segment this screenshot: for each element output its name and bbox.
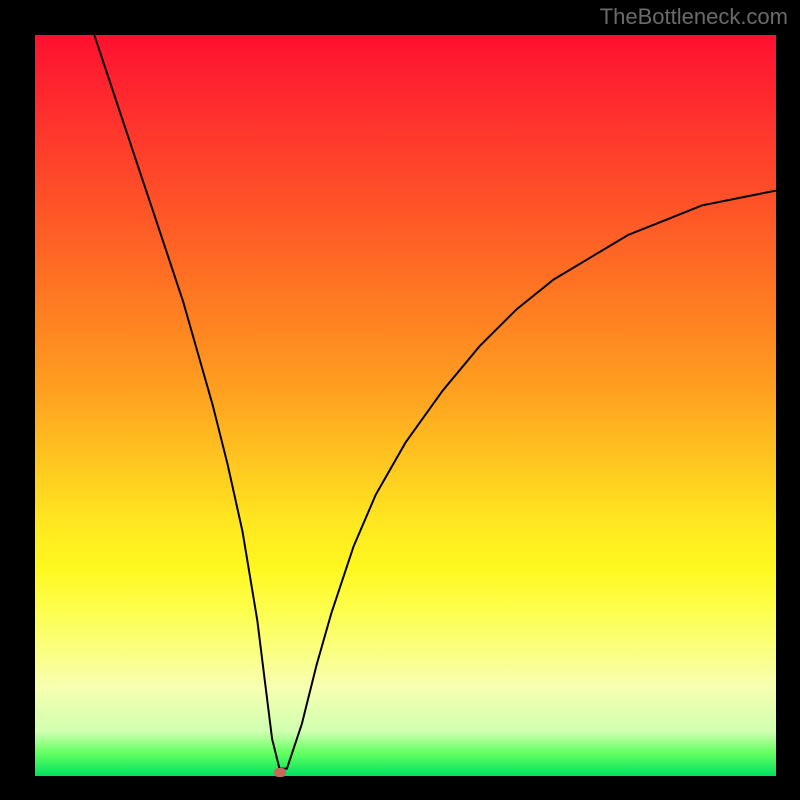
chart-container: TheBottleneck.com	[0, 0, 800, 800]
watermark-text: TheBottleneck.com	[600, 4, 788, 30]
optimal-point-marker	[274, 768, 286, 777]
bottleneck-curve	[35, 35, 776, 776]
